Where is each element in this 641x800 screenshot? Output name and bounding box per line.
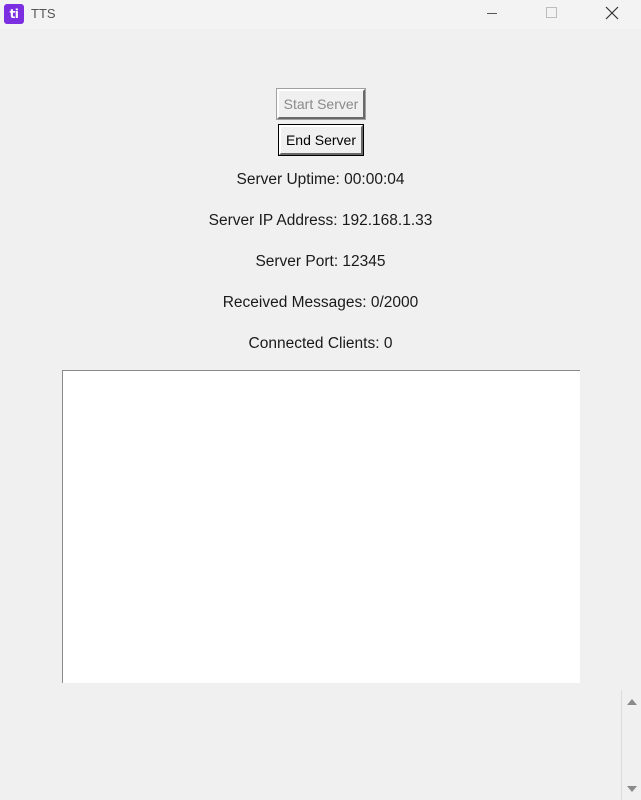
connected-clients-label: Connected Clients: 0 [248,335,393,352]
minimize-button[interactable] [469,0,515,29]
end-server-button[interactable]: End Server [278,124,364,156]
start-server-button[interactable]: Start Server [276,88,366,120]
server-ip-label: Server IP Address: 192.168.1.33 [208,212,433,229]
maximize-icon [546,7,557,18]
server-port-label: Server Port: 12345 [255,253,386,270]
scroll-up-arrow-icon[interactable] [626,696,638,708]
received-messages-label: Received Messages: 0/2000 [222,294,419,311]
scroll-down-arrow-icon[interactable] [626,783,638,795]
window-title: TTS [31,6,56,21]
minimize-icon [487,13,497,14]
app-window: ti TTS Start Server End Server Server Up… [0,0,641,800]
title-bar[interactable]: ti TTS [0,0,641,29]
close-button[interactable] [589,0,635,29]
maximize-button[interactable] [528,0,574,29]
server-uptime-label: Server Uptime: 00:00:04 [236,171,405,188]
close-icon [605,6,619,20]
vertical-scrollbar[interactable] [621,690,641,800]
app-logo-icon: ti [4,4,24,24]
log-text-area[interactable] [62,370,580,683]
